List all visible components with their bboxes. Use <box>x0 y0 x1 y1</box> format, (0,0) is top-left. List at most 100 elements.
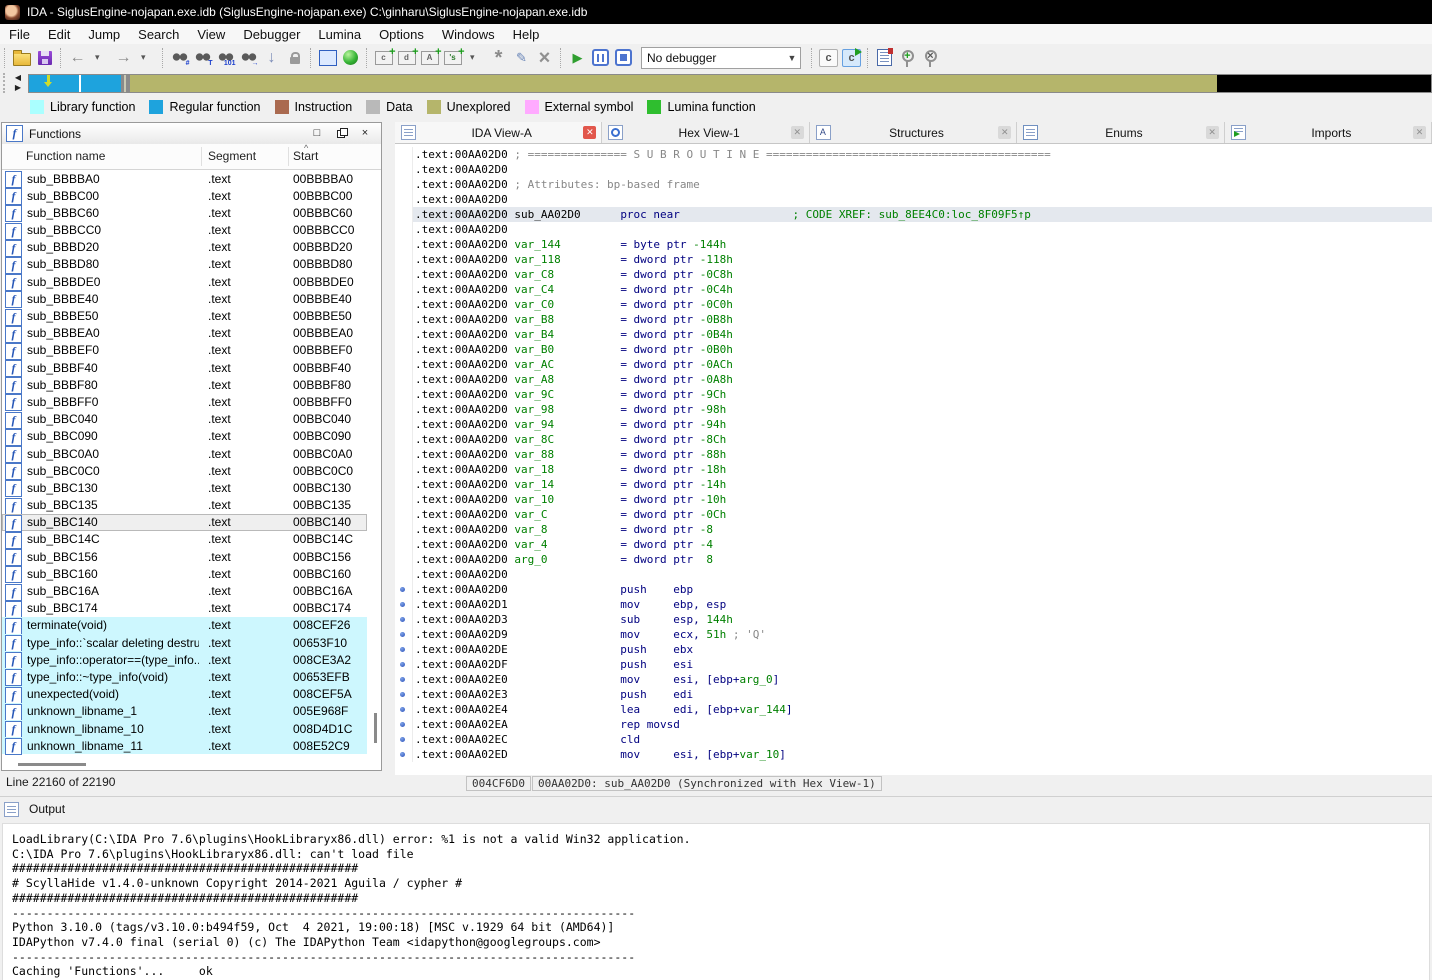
function-row[interactable]: funknown_libname_10.text008D4D1C <box>2 720 367 737</box>
create-string-icon[interactable]: 's <box>441 46 464 69</box>
menu-item-debugger[interactable]: Debugger <box>234 26 309 43</box>
disassembly-line[interactable]: .text:00AA02D9 mov ecx, 51h ; 'Q' <box>395 627 1432 642</box>
column-segment[interactable]: Segment <box>208 149 256 163</box>
stop-debugger-icon[interactable] <box>612 46 635 69</box>
disassembly-line[interactable]: .text:00AA02D0 var_C = dword ptr -0Ch <box>395 507 1432 522</box>
menu-item-file[interactable]: File <box>0 26 39 43</box>
function-row[interactable]: fsub_BBC135.text00BBC135 <box>2 497 367 514</box>
function-row[interactable]: fsub_BBBF80.text00BBBF80 <box>2 376 367 393</box>
function-row[interactable]: fsub_BBBFF0.text00BBBFF0 <box>2 393 367 410</box>
function-row[interactable]: ftype_info::`scalar deleting destru....t… <box>2 634 367 651</box>
disassembly-line[interactable]: .text:00AA02EA rep movsd <box>395 717 1432 732</box>
start-debugger-icon[interactable]: ▶ <box>566 46 589 69</box>
disassembly-line[interactable]: .text:00AA02D0 var_C8 = dword ptr -0C8h <box>395 267 1432 282</box>
function-row[interactable]: fsub_BBBC60.text00BBBC60 <box>2 204 367 221</box>
output-log[interactable]: LoadLibrary(C:\IDA Pro 7.6\plugins\HookL… <box>2 823 1430 980</box>
navigation-band[interactable] <box>28 74 1432 93</box>
search-values-icon[interactable] <box>168 46 191 69</box>
function-row[interactable]: ftype_info::~type_info(void).text00653EF… <box>2 668 367 685</box>
menu-item-help[interactable]: Help <box>504 26 549 43</box>
function-row[interactable]: fsub_BBC16A.text00BBC16A <box>2 583 367 600</box>
function-row[interactable]: fsub_BBBD20.text00BBBD20 <box>2 239 367 256</box>
disassembly-line[interactable]: .text:00AA02D0 var_C0 = dword ptr -0C0h <box>395 297 1432 312</box>
tab-close-icon[interactable]: ✕ <box>791 126 804 139</box>
debugger-select[interactable]: No debugger▼ <box>641 47 801 69</box>
function-row[interactable]: fsub_BBBCC0.text00BBBCC0 <box>2 222 367 239</box>
function-row[interactable]: fsub_BBBE40.text00BBBE40 <box>2 290 367 307</box>
function-row[interactable]: fsub_BBBE50.text00BBBE50 <box>2 308 367 325</box>
disassembly-line[interactable]: .text:00AA02D0 <box>395 192 1432 207</box>
disassembly-line[interactable]: .text:00AA02D0 var_B4 = dword ptr -0B4h <box>395 327 1432 342</box>
navigate-icon[interactable] <box>339 46 362 69</box>
forward-icon[interactable]: → <box>112 46 135 69</box>
function-row[interactable]: fsub_BBC156.text00BBC156 <box>2 548 367 565</box>
disassembly-line[interactable]: .text:00AA02D0 var_AC = dword ptr -0ACh <box>395 357 1432 372</box>
function-row[interactable]: funknown_libname_1.text005E968F <box>2 703 367 720</box>
function-row[interactable]: fsub_BBBC00.text00BBBC00 <box>2 187 367 204</box>
disassembly-line[interactable]: .text:00AA02E4 lea edi, [ebp+var_144] <box>395 702 1432 717</box>
disassembly-line[interactable]: .text:00AA02EC cld <box>395 732 1432 747</box>
disassembly-line[interactable]: .text:00AA02DE push ebx <box>395 642 1432 657</box>
float-button[interactable] <box>333 127 349 140</box>
tab-hex-view-1[interactable]: Hex View-1✕ <box>602 122 809 143</box>
function-row[interactable]: funknown_libname_11.text008E52C9 <box>2 737 367 754</box>
function-row[interactable]: fsub_BBBD80.text00BBBD80 <box>2 256 367 273</box>
output-titlebar[interactable]: Output <box>0 797 1432 821</box>
disassembly-line[interactable]: .text:00AA02D0 var_8C = dword ptr -8Ch <box>395 432 1432 447</box>
disassembly-line[interactable]: .text:00AA02D0 <box>395 162 1432 177</box>
function-row[interactable]: fterminate(void).text008CEF26 <box>2 617 367 634</box>
navband-left-arrow[interactable]: ◀ <box>15 73 21 83</box>
functions-horizontal-scrollbar[interactable] <box>18 763 86 766</box>
functions-column-header[interactable]: Function name Segment Start ^ <box>2 144 381 170</box>
function-row[interactable]: fsub_BBBEF0.text00BBBEF0 <box>2 342 367 359</box>
function-row[interactable]: fsub_BBC0A0.text00BBC0A0 <box>2 445 367 462</box>
disassembly-line[interactable]: .text:00AA02D0 var_C4 = dword ptr -0C4h <box>395 282 1432 297</box>
column-separator[interactable] <box>288 147 289 166</box>
jump-next-icon[interactable]: ↓ <box>260 46 283 69</box>
function-row[interactable]: funexpected(void).text008CEF5A <box>2 686 367 703</box>
create-code-icon[interactable]: c <box>372 46 395 69</box>
delete-breakpoint-icon[interactable] <box>919 46 942 69</box>
close-button[interactable]: × <box>357 127 373 140</box>
edit-function-icon[interactable]: ✎ <box>510 46 533 69</box>
save-icon[interactable] <box>33 46 56 69</box>
disassembly-line[interactable]: .text:00AA02D0 var_10 = dword ptr -10h <box>395 492 1432 507</box>
search-next-icon[interactable] <box>237 46 260 69</box>
disassembly-line[interactable]: .text:00AA02D0 var_9C = dword ptr -9Ch <box>395 387 1432 402</box>
create-name-icon[interactable]: A <box>418 46 441 69</box>
function-row[interactable]: fsub_BBC090.text00BBC090 <box>2 428 367 445</box>
back-dropdown-icon[interactable]: ▾ <box>89 46 112 69</box>
navband-right-arrow[interactable]: ▶ <box>15 83 21 93</box>
add-breakpoint-icon[interactable] <box>896 46 919 69</box>
disassembly-line[interactable]: .text:00AA02E3 push edi <box>395 687 1432 702</box>
disassembly-line[interactable]: .text:00AA02D0 arg_0 = dword ptr 8 <box>395 552 1432 567</box>
menu-item-options[interactable]: Options <box>370 26 433 43</box>
function-row[interactable]: fsub_BBBDE0.text00BBBDE0 <box>2 273 367 290</box>
function-row[interactable]: fsub_BBC160.text00BBC160 <box>2 565 367 582</box>
function-row[interactable]: fsub_BBC0C0.text00BBC0C0 <box>2 462 367 479</box>
function-row[interactable]: fsub_BBC14C.text00BBC14C <box>2 531 367 548</box>
menu-item-edit[interactable]: Edit <box>39 26 79 43</box>
disassembly-line[interactable]: .text:00AA02D0 var_18 = dword ptr -18h <box>395 462 1432 477</box>
disassembly-line[interactable]: .text:00AA02D0 var_B8 = dword ptr -0B8h <box>395 312 1432 327</box>
column-separator[interactable] <box>201 147 202 166</box>
disassembly-view[interactable]: .text:00AA02D0 ; =============== S U B R… <box>395 144 1432 775</box>
disassembly-line[interactable]: .text:00AA02D0 var_144 = byte ptr -144h <box>395 237 1432 252</box>
disassembly-line[interactable]: .text:00AA02D0 var_98 = dword ptr -98h <box>395 402 1432 417</box>
disassembly-line[interactable]: .text:00AA02DF push esi <box>395 657 1432 672</box>
modules-icon[interactable] <box>873 46 896 69</box>
create-function-icon[interactable]: * <box>487 46 510 69</box>
open-file-icon[interactable] <box>10 46 33 69</box>
disassembly-line[interactable]: .text:00AA02D0 var_88 = dword ptr -88h <box>395 447 1432 462</box>
run-c-icon[interactable]: c <box>840 46 863 69</box>
tab-close-icon[interactable]: ✕ <box>583 126 596 139</box>
disassembly-line[interactable]: .text:00AA02D0 ; =============== S U B R… <box>395 147 1432 162</box>
disassembly-line[interactable]: .text:00AA02D0 sub_AA02D0 proc near ; CO… <box>395 207 1432 222</box>
functions-vertical-scrollbar[interactable] <box>374 713 377 743</box>
string-dropdown-icon[interactable]: ▾ <box>464 46 487 69</box>
problems-icon[interactable] <box>316 46 339 69</box>
disassembly-line[interactable]: .text:00AA02ED mov esi, [ebp+var_10] <box>395 747 1432 762</box>
search-sequence-icon[interactable] <box>214 46 237 69</box>
tab-close-icon[interactable]: ✕ <box>1206 126 1219 139</box>
create-data-icon[interactable]: d <box>395 46 418 69</box>
